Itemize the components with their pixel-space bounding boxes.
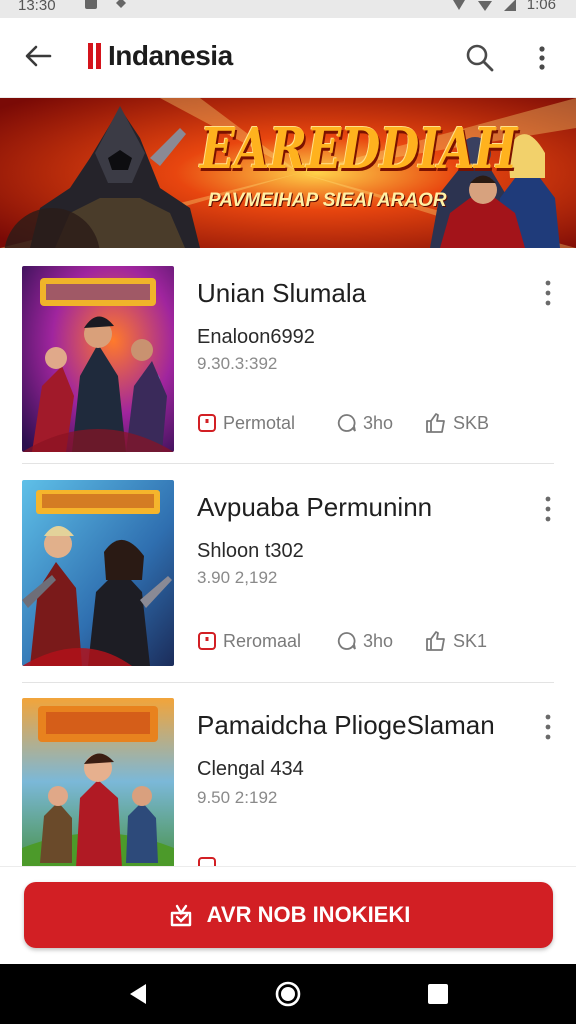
game-card[interactable]: Avpuaba Permuninn Shloon t302 3.90 2,192… xyxy=(0,466,576,684)
comments-label: 3ho xyxy=(363,630,394,651)
game-title[interactable]: Avpuaba Permuninn xyxy=(197,492,432,523)
game-meta: 9.30.3:392 xyxy=(197,354,278,373)
comments-count[interactable]: 3ho xyxy=(337,413,425,434)
game-meta: 9.50 2:192 xyxy=(197,788,278,807)
share-count[interactable]: SK1 xyxy=(425,630,487,652)
game-tag[interactable]: Reromaal xyxy=(197,631,337,652)
game-tag[interactable] xyxy=(197,856,337,866)
app-title: Indanesia xyxy=(108,40,233,71)
share-count[interactable]: SKB xyxy=(425,412,489,434)
game-developer: Enaloon6992 xyxy=(197,326,315,348)
comment-icon xyxy=(337,632,356,650)
divider xyxy=(22,682,554,683)
game-tag-label: Reromaal xyxy=(223,630,302,651)
game-title[interactable]: Pamaidcha PliogeSlaman xyxy=(197,710,495,741)
game-card[interactable]: Pamaidcha PliogeSlaman Clengal 434 9.50 … xyxy=(0,684,576,866)
system-nav-bar xyxy=(0,964,576,1024)
banner-subline: PAVMEIHAP SIEAI ARAOR xyxy=(208,190,447,211)
status-time: 13:30 xyxy=(18,0,56,14)
banner-headline: EAREDDIAH xyxy=(200,116,517,182)
game-thumbnail[interactable] xyxy=(22,480,174,666)
bookmark-icon xyxy=(198,632,216,650)
game-title[interactable]: Unian Slumala xyxy=(197,278,366,309)
game-actions: Permotal 3ho SKB xyxy=(197,412,489,434)
nav-back-icon[interactable] xyxy=(124,980,152,1008)
like-icon xyxy=(426,413,445,433)
status-clock: 1:06 xyxy=(526,0,556,13)
divider xyxy=(22,463,554,464)
primary-action-label: AVR NOB INOKIEKI xyxy=(206,902,411,927)
more-vert-icon[interactable] xyxy=(538,712,558,742)
nav-home-icon[interactable] xyxy=(274,980,302,1008)
comment-icon xyxy=(337,414,356,432)
app-brand: Indanesia xyxy=(88,40,233,72)
game-actions: Reromaal 3ho SK1 xyxy=(197,630,487,652)
gift-icon xyxy=(170,904,191,927)
game-developer: Clengal 434 xyxy=(197,758,304,780)
more-vert-icon[interactable] xyxy=(530,42,554,74)
notification-icon xyxy=(85,0,97,9)
game-thumbnail[interactable] xyxy=(22,698,174,866)
bookmark-icon xyxy=(198,414,216,432)
brand-logo xyxy=(88,43,104,69)
game-tag[interactable]: Permotal xyxy=(197,413,337,434)
size-label: SK1 xyxy=(453,630,488,651)
comments-label: 3ho xyxy=(363,412,394,433)
bookmark-icon xyxy=(198,857,216,866)
more-vert-icon[interactable] xyxy=(538,494,558,524)
battery-icon xyxy=(503,0,516,11)
game-actions xyxy=(197,856,337,866)
nav-recents-icon[interactable] xyxy=(424,980,452,1008)
game-meta: 3.90 2,192 xyxy=(197,568,278,587)
game-developer: Shloon t302 xyxy=(197,540,304,562)
app-bar: Indanesia xyxy=(0,18,576,98)
search-icon[interactable] xyxy=(464,42,496,74)
signal-icon xyxy=(453,0,465,10)
game-tag-label: Permotal xyxy=(223,412,296,433)
primary-action-button[interactable]: AVR NOB INOKIEKI xyxy=(24,882,553,948)
back-arrow-icon[interactable] xyxy=(22,40,54,72)
status-bar: 13:30 1:06 xyxy=(0,0,576,18)
size-label: SKB xyxy=(453,412,490,433)
promo-banner[interactable]: EAREDDIAH PAVMEIHAP SIEAI ARAOR xyxy=(0,98,576,248)
game-list: Unian Slumala Enaloon6992 9.30.3:392 Per… xyxy=(0,248,576,866)
cast-icon xyxy=(116,0,126,8)
wifi-icon xyxy=(477,0,492,11)
like-icon xyxy=(426,631,445,651)
game-thumbnail[interactable] xyxy=(22,266,174,452)
comments-count[interactable]: 3ho xyxy=(337,631,425,652)
cta-bar: AVR NOB INOKIEKI xyxy=(0,866,576,964)
more-vert-icon[interactable] xyxy=(538,278,558,308)
game-card[interactable]: Unian Slumala Enaloon6992 9.30.3:392 Per… xyxy=(0,248,576,466)
